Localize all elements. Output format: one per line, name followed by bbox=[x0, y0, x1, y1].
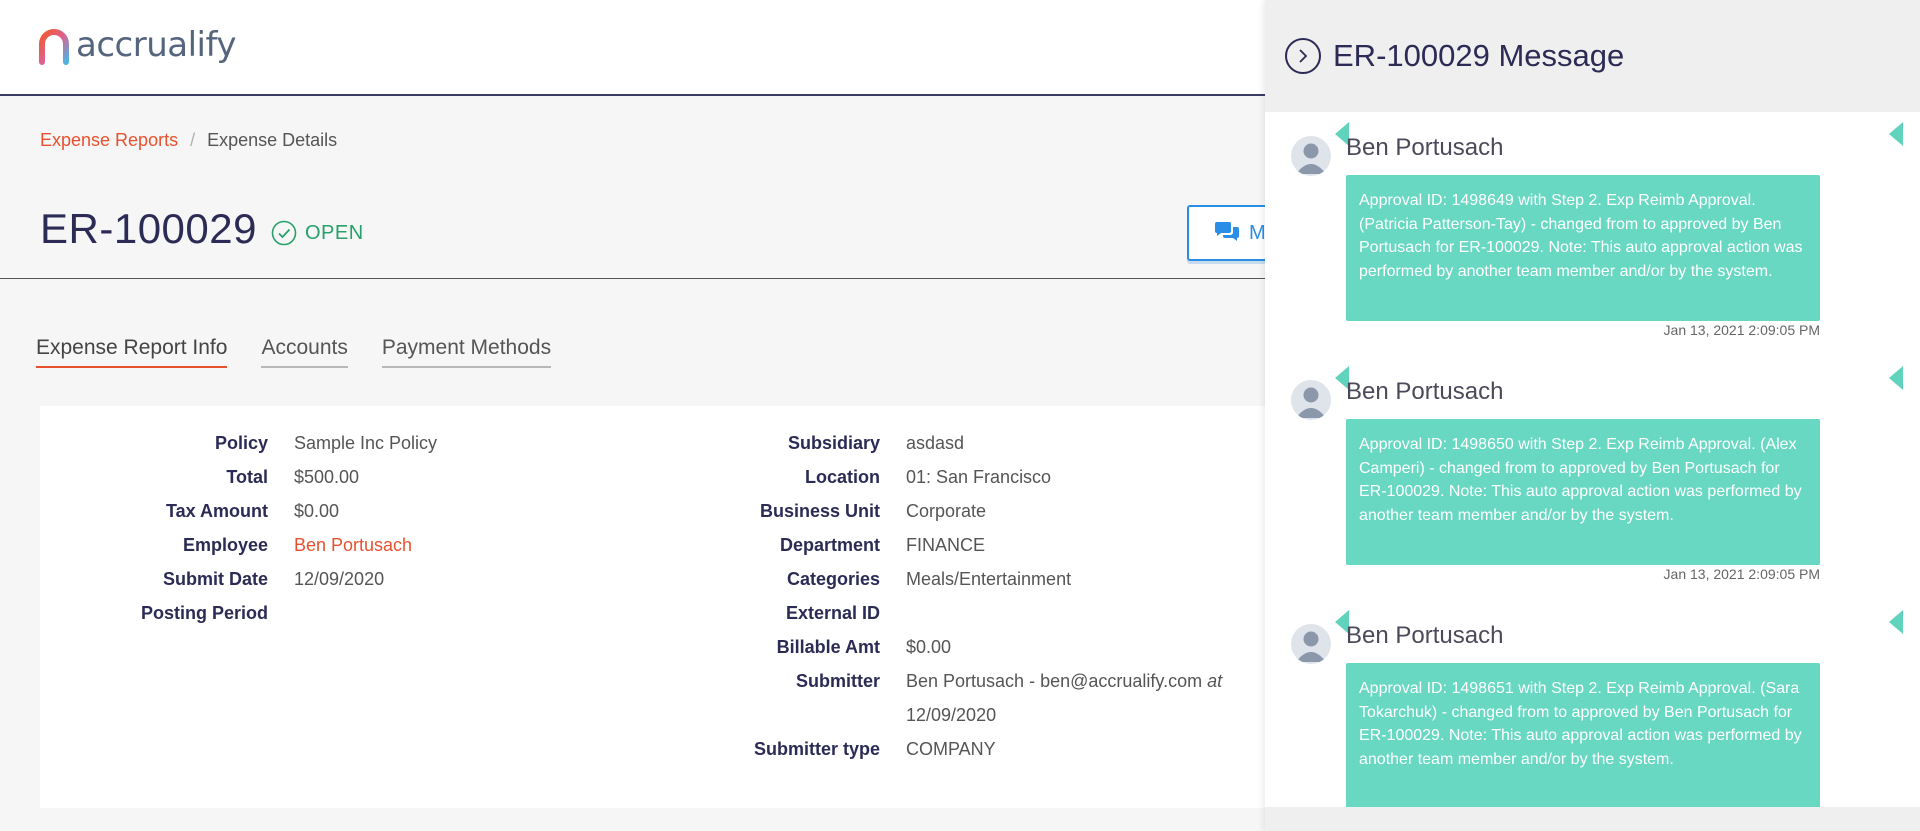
message-marker bbox=[1889, 122, 1903, 146]
field-label: Submitter bbox=[795, 670, 880, 691]
message-author: Ben Portusach bbox=[1346, 134, 1504, 161]
field-external-id: External ID bbox=[680, 600, 906, 626]
logo-mark-icon bbox=[39, 29, 69, 65]
message-timestamp: Jan 13, 2021 2:09:05 PM bbox=[1663, 322, 1820, 338]
tab-accounts[interactable]: Accounts bbox=[261, 336, 348, 368]
field-submitter: Submitter Ben Portusach - ben@accrualify… bbox=[680, 668, 1222, 694]
chat-bubbles-icon bbox=[1215, 222, 1239, 241]
breadcrumb-current: Expense Details bbox=[207, 130, 338, 150]
submitter-text: Ben Portusach - ben@accrualify.com bbox=[906, 670, 1203, 691]
status-text: OPEN bbox=[304, 221, 364, 244]
field-value: Ben Portusach - ben@accrualify.com at bbox=[906, 671, 1222, 692]
field-value: Sample Inc Policy bbox=[294, 432, 438, 453]
message-bubble: Approval ID: 1498650 with Step 2. Exp Re… bbox=[1346, 419, 1820, 565]
tab-payment-methods[interactable]: Payment Methods bbox=[381, 336, 552, 368]
field-label: Department bbox=[779, 534, 880, 555]
message-author: Ben Portusach bbox=[1346, 378, 1504, 405]
breadcrumb: Expense Reports / Expense Details bbox=[40, 130, 337, 151]
submitter-at: at bbox=[1207, 670, 1223, 691]
field-submitter-type: Submitter type COMPANY bbox=[680, 736, 996, 762]
avatar bbox=[1291, 136, 1331, 176]
field-value: 01: San Francisco bbox=[906, 466, 1052, 487]
field-label: Billable Amt bbox=[776, 636, 880, 657]
close-panel-button[interactable] bbox=[1285, 38, 1321, 74]
check-circle-icon bbox=[271, 220, 297, 246]
panel-header: ER-100029 Message bbox=[1265, 0, 1920, 112]
field-value: $0.00 bbox=[294, 500, 340, 521]
field-categories: Categories Meals/Entertainment bbox=[680, 566, 1071, 592]
title-row: ER-100029 OPEN bbox=[40, 205, 364, 253]
breadcrumb-separator: / bbox=[190, 130, 196, 150]
user-icon bbox=[1296, 143, 1326, 174]
field-label: Tax Amount bbox=[166, 500, 268, 521]
field-billable-amt: Billable Amt $0.00 bbox=[680, 634, 951, 660]
message-author: Ben Portusach bbox=[1346, 622, 1504, 649]
field-subsidiary: Subsidiary asdasd bbox=[680, 430, 964, 456]
field-submit-date: Submit Date 12/09/2020 bbox=[40, 566, 384, 592]
title-divider bbox=[0, 278, 1270, 279]
field-policy: Policy Sample Inc Policy bbox=[40, 430, 437, 456]
message-marker bbox=[1889, 366, 1903, 390]
field-label: Location bbox=[805, 466, 880, 487]
status-badge: OPEN bbox=[271, 220, 364, 246]
field-location: Location 01: San Francisco bbox=[680, 464, 1051, 490]
field-value: FINANCE bbox=[906, 534, 986, 555]
field-label: Total bbox=[226, 466, 268, 487]
message-bubble: Approval ID: 1498649 with Step 2. Exp Re… bbox=[1346, 175, 1820, 321]
field-label: Submit Date bbox=[162, 568, 268, 589]
field-value: Meals/Entertainment bbox=[906, 568, 1072, 589]
tab-bar: Expense Report Info Accounts Payment Met… bbox=[36, 336, 585, 368]
panel-title: ER-100029 Message bbox=[1333, 38, 1625, 73]
field-label: Categories bbox=[786, 568, 880, 589]
message-bubble: Approval ID: 1498651 with Step 2. Exp Re… bbox=[1346, 663, 1820, 807]
field-value: 12/09/2020 bbox=[294, 568, 385, 589]
field-label: Employee bbox=[182, 534, 268, 555]
field-value: 12/09/2020 bbox=[906, 704, 997, 725]
message-panel: ER-100029 Message Ben Portusach Approval… bbox=[1265, 0, 1920, 831]
page-title: ER-100029 bbox=[40, 205, 257, 252]
field-total: Total $500.00 bbox=[40, 464, 359, 490]
field-business-unit: Business Unit Corporate bbox=[680, 498, 986, 524]
field-label: Subsidiary bbox=[787, 432, 880, 453]
field-label: Submitter type bbox=[753, 738, 880, 759]
logo-text: accrualify bbox=[76, 25, 236, 65]
tab-expense-report-info[interactable]: Expense Report Info bbox=[36, 336, 228, 368]
field-label: Business Unit bbox=[759, 500, 880, 521]
message-list[interactable]: Ben Portusach Approval ID: 1498649 with … bbox=[1265, 112, 1920, 807]
chevron-right-icon bbox=[1299, 49, 1308, 63]
field-department: Department FINANCE bbox=[680, 532, 985, 558]
field-employee: Employee Ben Portusach bbox=[40, 532, 412, 558]
field-tax-amount: Tax Amount $0.00 bbox=[40, 498, 339, 524]
field-value: $0.00 bbox=[906, 636, 952, 657]
field-submitter-date: 12/09/2020 bbox=[680, 702, 996, 728]
user-icon bbox=[1296, 631, 1326, 662]
message-timestamp: Jan 13, 2021 2:09:05 PM bbox=[1663, 566, 1820, 582]
message-marker bbox=[1889, 610, 1903, 634]
field-label: External ID bbox=[785, 602, 880, 623]
field-posting-period: Posting Period bbox=[40, 600, 294, 626]
field-value: $500.00 bbox=[294, 466, 360, 487]
field-label: Posting Period bbox=[140, 602, 268, 623]
field-value: COMPANY bbox=[906, 738, 996, 759]
employee-link[interactable]: Ben Portusach bbox=[294, 535, 412, 556]
field-value: Corporate bbox=[906, 500, 987, 521]
accrualify-logo[interactable]: accrualify bbox=[36, 24, 236, 66]
details-card: Policy Sample Inc Policy Total $500.00 T… bbox=[40, 406, 1280, 808]
field-label: Policy bbox=[214, 432, 268, 453]
field-value: asdasd bbox=[906, 432, 965, 453]
user-icon bbox=[1296, 387, 1326, 418]
avatar bbox=[1291, 624, 1331, 664]
avatar bbox=[1291, 380, 1331, 420]
panel-footer bbox=[1265, 807, 1920, 831]
breadcrumb-expense-reports[interactable]: Expense Reports bbox=[40, 130, 178, 151]
